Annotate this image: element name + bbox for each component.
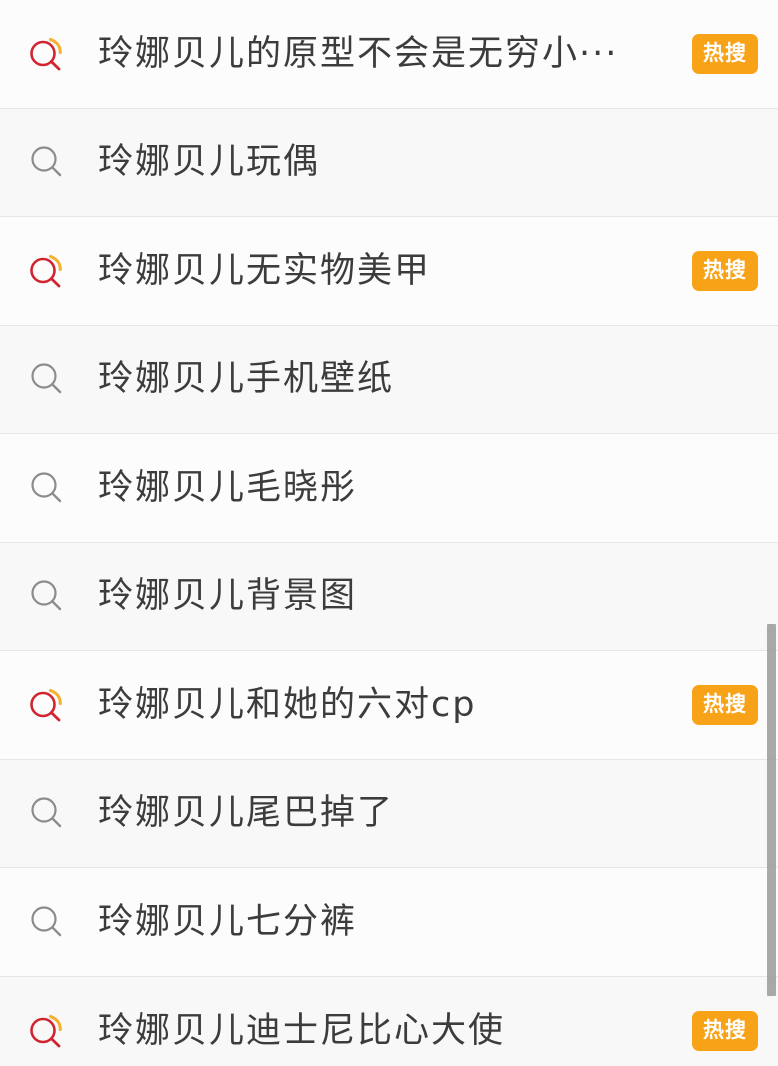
hot-search-badge: 热搜 xyxy=(692,1010,758,1051)
suggestion-query-text: 玲娜贝儿毛晓彤 xyxy=(98,467,358,508)
search-icon xyxy=(18,893,76,951)
suggestion-query-text: 玲娜贝儿手机壁纸 xyxy=(98,359,395,400)
search-suggestion-row[interactable]: 玲娜贝儿手机壁纸 xyxy=(0,325,778,434)
search-icon xyxy=(18,350,76,408)
search-suggestion-row[interactable]: 玲娜贝儿的原型不会是无穷小··· 热搜 xyxy=(0,0,778,109)
search-suggestion-row[interactable]: 玲娜贝儿迪士尼比心大使 热搜 xyxy=(0,976,778,1066)
search-suggestion-row[interactable]: 玲娜贝儿无实物美甲 热搜 xyxy=(0,217,778,326)
scrollbar-track[interactable] xyxy=(767,0,776,1066)
search-suggestion-row[interactable]: 玲娜贝儿背景图 xyxy=(0,542,778,651)
suggestion-query-text: 玲娜贝儿迪士尼比心大使 xyxy=(98,1010,506,1051)
suggestion-query-text: 玲娜贝儿的原型不会是无穷小··· xyxy=(98,33,619,74)
search-icon xyxy=(18,459,76,517)
hot-search-badge: 热搜 xyxy=(692,684,758,725)
hot-search-badge: 热搜 xyxy=(692,250,758,291)
search-suggestion-row[interactable]: 玲娜贝儿玩偶 xyxy=(0,108,778,217)
search-icon xyxy=(18,567,76,625)
search-suggestion-row[interactable]: 玲娜贝儿和她的六对cp 热搜 xyxy=(0,651,778,760)
suggestion-query-text: 玲娜贝儿背景图 xyxy=(98,576,358,617)
suggestion-query-text: 玲娜贝儿和她的六对cp xyxy=(98,684,477,725)
suggestion-query-text: 玲娜贝儿玩偶 xyxy=(98,142,321,183)
hot-search-icon xyxy=(18,1002,76,1060)
hot-search-badge: 热搜 xyxy=(692,33,758,74)
scrollbar-thumb[interactable] xyxy=(767,624,776,996)
suggestion-query-text: 玲娜贝儿七分裤 xyxy=(98,901,358,942)
hot-search-icon xyxy=(18,25,76,83)
search-suggestion-row[interactable]: 玲娜贝儿尾巴掉了 xyxy=(0,759,778,868)
search-suggestion-row[interactable]: 玲娜贝儿七分裤 xyxy=(0,868,778,977)
search-icon xyxy=(18,784,76,842)
search-suggestion-list: 玲娜贝儿的原型不会是无穷小··· 热搜 玲娜贝儿玩偶 玲娜贝儿无实物美甲 热搜 玲娜贝儿手… xyxy=(0,0,778,1066)
hot-search-icon xyxy=(18,242,76,300)
suggestion-query-text: 玲娜贝儿无实物美甲 xyxy=(98,250,432,291)
search-suggestion-row[interactable]: 玲娜贝儿毛晓彤 xyxy=(0,434,778,543)
suggestion-query-text: 玲娜贝儿尾巴掉了 xyxy=(98,793,395,834)
search-icon xyxy=(18,133,76,191)
search-suggestions-screen: 玲娜贝儿的原型不会是无穷小··· 热搜 玲娜贝儿玩偶 玲娜贝儿无实物美甲 热搜 玲娜贝儿手… xyxy=(0,0,778,1066)
hot-search-icon xyxy=(18,676,76,734)
